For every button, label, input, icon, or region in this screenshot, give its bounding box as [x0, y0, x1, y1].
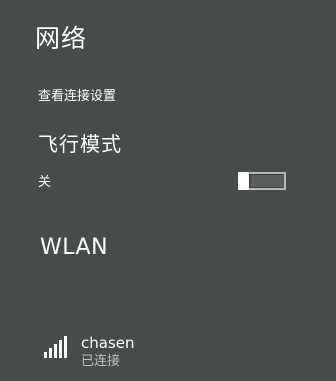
signal-bar-1	[44, 352, 47, 358]
airplane-mode-title: 飞行模式	[38, 132, 122, 156]
signal-bar-3	[54, 344, 57, 358]
signal-bar-2	[49, 348, 52, 358]
airplane-mode-toggle[interactable]	[238, 172, 286, 190]
panel-title: 网络	[35, 24, 88, 53]
signal-bar-5	[64, 336, 67, 358]
wlan-section-title: WLAN	[40, 235, 109, 260]
view-connection-settings-link[interactable]: 查看连接设置	[38, 88, 116, 106]
airplane-mode-state-label: 关	[38, 175, 52, 190]
network-name: chasen	[81, 334, 135, 352]
network-status: 已连接	[81, 354, 121, 369]
network-flyout-panel: 网络 查看连接设置 飞行模式 关 WLAN chasen 已连接	[0, 0, 336, 381]
toggle-track	[251, 175, 284, 187]
signal-bar-4	[59, 340, 62, 358]
signal-strength-icon	[44, 336, 67, 358]
wifi-network-item[interactable]: chasen 已连接	[36, 330, 326, 374]
toggle-knob[interactable]	[238, 172, 249, 190]
